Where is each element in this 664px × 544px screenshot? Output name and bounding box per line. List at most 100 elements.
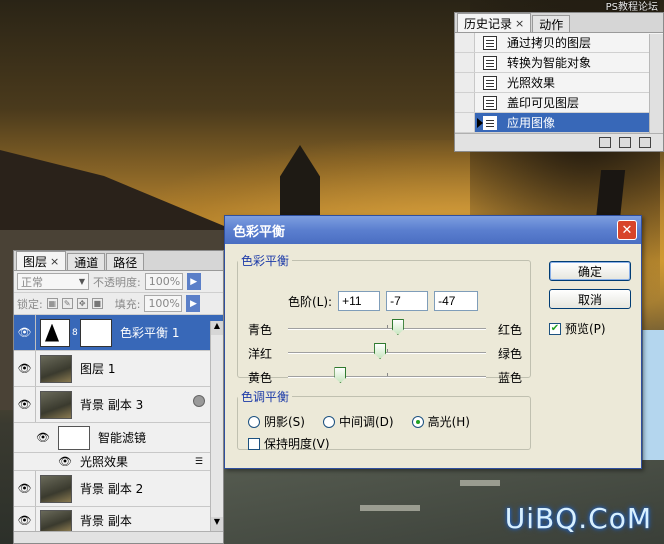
eye-icon[interactable]: 👁	[14, 387, 36, 422]
tab-label: 图层	[23, 254, 48, 269]
yellow-blue-slider[interactable]	[288, 367, 486, 383]
preserve-luminosity-checkbox[interactable]: 保持明度(V)	[248, 435, 330, 452]
lock-all-icon[interactable]: ■	[91, 298, 103, 309]
slider-thumb[interactable]	[374, 343, 387, 359]
chevron-down-icon: ▼	[78, 277, 85, 286]
tab-paths[interactable]: 路径	[106, 253, 145, 270]
watermark-bottom: UiBQ.CoM	[504, 502, 652, 535]
history-panel: 历史记录 × 动作 通过拷贝的图层 转换为智能对象 光照效果 盖印可见图层 应用…	[454, 12, 664, 152]
opacity-value: 100%	[148, 275, 181, 288]
layer-name: 色彩平衡 1	[120, 326, 180, 340]
layers-tabbar: 图层 × 通道 路径	[14, 251, 223, 271]
layer-name: 背景 副本	[80, 514, 132, 528]
history-item[interactable]: 盖印可见图层	[455, 93, 663, 113]
history-brush-source[interactable]	[455, 33, 475, 52]
level-magenta-green-input[interactable]	[386, 291, 429, 311]
history-brush-source[interactable]	[455, 113, 483, 132]
layer-row[interactable]: 👁 8 色彩平衡 1	[14, 315, 223, 351]
layer-name: 背景 副本 3	[80, 398, 144, 412]
layer-row[interactable]: 👁 图层 1	[14, 351, 223, 387]
eye-icon[interactable]: 👁	[14, 423, 54, 452]
camera-snapshot-icon[interactable]	[619, 137, 631, 148]
history-brush-source[interactable]	[455, 73, 475, 92]
filter-options-icon[interactable]: ☰	[195, 457, 203, 467]
trash-icon[interactable]	[639, 137, 651, 148]
dialog-titlebar[interactable]: 色彩平衡 ✕	[225, 216, 641, 244]
layer-name: 智能滤镜	[98, 431, 147, 445]
layers-scrollbar[interactable]: ▲ ▼	[210, 321, 223, 531]
tab-layers[interactable]: 图层 ×	[16, 251, 67, 270]
layer-name: 图层 1	[80, 362, 116, 376]
slider-center-tick	[387, 325, 388, 328]
checkbox-box[interactable]	[248, 437, 260, 450]
layer-mask-thumbnail[interactable]	[80, 318, 112, 347]
tab-actions[interactable]: 动作	[532, 15, 571, 32]
opacity-slider-button[interactable]: ▶	[186, 273, 201, 290]
history-item[interactable]: 转换为智能对象	[455, 53, 663, 73]
highlights-radio[interactable]: 高光(H)	[411, 413, 470, 430]
lock-position-icon[interactable]: ✥	[76, 298, 88, 309]
midtones-radio[interactable]: 中间调(D)	[322, 413, 394, 430]
history-brush-source[interactable]	[455, 53, 475, 72]
eye-icon[interactable]: 👁	[14, 453, 76, 470]
lock-transparent-icon[interactable]: ▦	[46, 298, 58, 309]
layer-thumbnail	[40, 474, 72, 503]
layer-name: 背景 副本 2	[80, 482, 144, 496]
layer-row[interactable]: 👁 背景 副本 2	[14, 471, 223, 507]
slider-row: 青色 红色	[248, 319, 522, 339]
cancel-button[interactable]: 取消	[549, 289, 631, 309]
eye-icon[interactable]: 👁	[14, 471, 36, 506]
history-brush-source[interactable]	[455, 93, 475, 112]
scroll-down-icon[interactable]: ▼	[211, 517, 223, 531]
slider-thumb[interactable]	[334, 367, 347, 383]
opacity-input[interactable]: 100%	[144, 273, 183, 290]
eye-icon[interactable]: 👁	[14, 507, 36, 534]
tab-channels[interactable]: 通道	[67, 253, 106, 270]
tab-history[interactable]: 历史记录 ×	[457, 13, 532, 32]
history-scrollbar[interactable]	[649, 34, 663, 134]
history-item[interactable]: 通过拷贝的图层	[455, 33, 663, 53]
close-icon[interactable]: ×	[515, 17, 524, 30]
history-item-label: 通过拷贝的图层	[507, 36, 592, 50]
slider-right-label: 绿色	[497, 346, 522, 361]
blend-opacity-row: 正常 ▼ 不透明度: 100% ▶	[14, 271, 223, 293]
eye-icon[interactable]: 👁	[14, 315, 36, 350]
magenta-green-slider[interactable]	[288, 343, 486, 359]
close-icon[interactable]: ✕	[617, 220, 637, 240]
radio-label: 阴影(S)	[264, 415, 305, 429]
history-item-selected[interactable]: 应用图像	[455, 113, 663, 133]
fill-slider-button[interactable]: ▶	[186, 295, 201, 312]
eye-icon[interactable]: 👁	[14, 351, 36, 386]
close-icon[interactable]: ×	[50, 255, 59, 268]
ok-button[interactable]: 确定	[549, 261, 631, 281]
smart-filter-item[interactable]: 👁 光照效果 ☰	[14, 453, 223, 471]
blend-mode-select[interactable]: 正常 ▼	[17, 273, 89, 290]
document-icon	[483, 35, 497, 50]
tab-label: 动作	[539, 17, 564, 32]
slider-thumb[interactable]	[391, 319, 404, 335]
lock-pixels-icon[interactable]: ✎	[61, 298, 73, 309]
layer-row[interactable]: 👁 背景 副本 3	[14, 387, 223, 423]
history-item-label: 应用图像	[507, 116, 556, 130]
radio-indicator[interactable]	[248, 415, 260, 428]
slider-left-label: 洋红	[248, 346, 273, 361]
cyan-red-slider[interactable]	[288, 319, 486, 335]
fill-input[interactable]: 100%	[144, 295, 183, 312]
history-item[interactable]: 光照效果	[455, 73, 663, 93]
slider-right-label: 蓝色	[497, 370, 522, 385]
radio-label: 中间调(D)	[338, 415, 394, 429]
shadows-radio[interactable]: 阴影(S)	[248, 413, 305, 430]
radio-indicator[interactable]	[322, 415, 335, 428]
link-icon[interactable]: 8	[72, 328, 80, 338]
preview-checkbox[interactable]: ✔ 预览(P)	[549, 320, 606, 337]
radio-indicator[interactable]	[411, 415, 424, 428]
checkbox-box[interactable]: ✔	[549, 322, 561, 335]
tab-label: 路径	[113, 255, 138, 270]
new-document-from-state-icon[interactable]	[599, 137, 611, 148]
scroll-up-icon[interactable]: ▲	[211, 321, 223, 335]
smart-filter-mask-thumbnail	[58, 425, 90, 450]
smart-filters-row[interactable]: 👁 智能滤镜	[14, 423, 223, 453]
level-cyan-red-input[interactable]	[338, 291, 381, 311]
fill-value: 100%	[148, 297, 180, 310]
level-yellow-blue-input[interactable]	[434, 291, 479, 311]
